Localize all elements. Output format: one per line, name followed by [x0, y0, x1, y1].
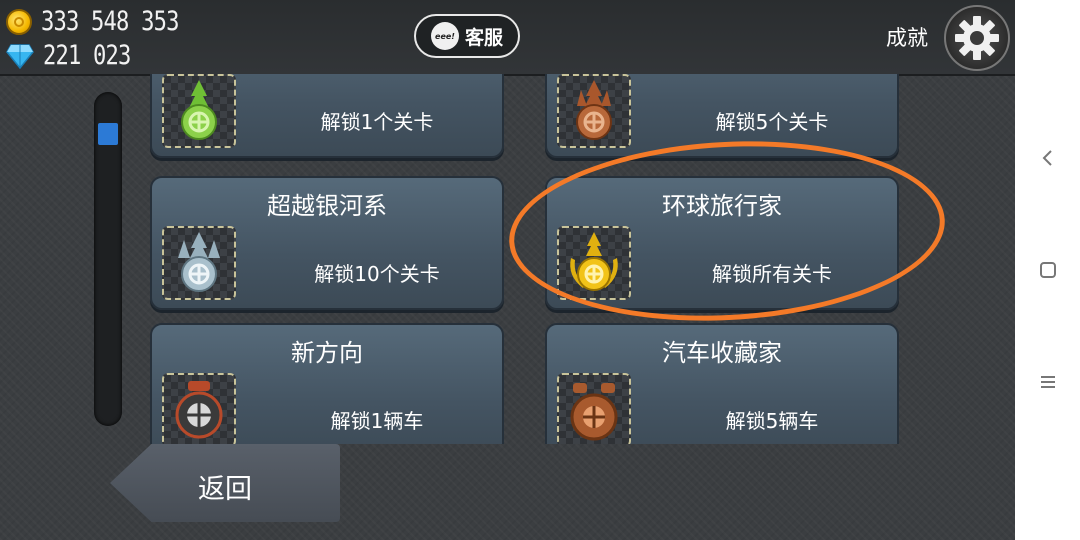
coin-amount: 333 548 353 — [41, 6, 179, 37]
customer-service-button[interactable]: eee! 客服 — [414, 14, 520, 58]
settings-button[interactable] — [944, 5, 1010, 71]
home-nav-icon[interactable] — [1035, 257, 1061, 283]
achievement-card[interactable]: 汽车收藏家 解锁5辆车 — [545, 323, 899, 444]
achievement-description: 解锁5个关卡 — [715, 110, 829, 134]
service-label: 客服 — [464, 26, 503, 49]
bronze-wheel-badge-icon — [557, 373, 631, 444]
menu-nav-icon[interactable] — [1035, 369, 1061, 395]
achievement-card[interactable]: 新方向 解锁1辆车 — [150, 323, 504, 444]
achievement-card[interactable]: 解锁1个关卡 — [150, 74, 504, 158]
back-nav-icon[interactable] — [1035, 145, 1061, 171]
silver-tree-badge-icon — [162, 226, 236, 300]
gem-amount: 221 023 — [43, 40, 131, 71]
achievement-card[interactable]: 超越银河系 解锁10个关卡 — [150, 176, 504, 310]
achievement-description: 解锁1个关卡 — [320, 110, 434, 134]
system-navigation-bar — [1015, 0, 1080, 540]
achievement-description: 解锁10个关卡 — [314, 262, 440, 286]
back-label: 返回 — [198, 474, 252, 505]
green-tree-badge-icon — [162, 74, 236, 148]
gear-icon — [955, 16, 999, 60]
coin-icon — [6, 8, 32, 35]
achievement-title: 新方向 — [291, 339, 363, 367]
top-bar: 333 548 353 221 023 eee! 客服 成就 — [0, 0, 1015, 76]
achievement-description: 解锁1辆车 — [330, 409, 424, 433]
back-button[interactable]: 返回 — [110, 444, 340, 522]
gem-balance: 221 023 — [6, 40, 150, 71]
achievement-description: 解锁5辆车 — [725, 409, 819, 433]
bronze-tree-badge-icon — [557, 74, 631, 148]
achievement-title: 超越银河系 — [267, 192, 387, 220]
achievement-title: 汽车收藏家 — [662, 339, 782, 367]
achievements-title: 成就 — [886, 26, 928, 50]
dark-wheel-badge-icon — [162, 373, 236, 444]
headset-icon: eee! — [430, 22, 459, 50]
coin-balance: 333 548 353 — [6, 6, 209, 37]
diamond-icon — [6, 43, 34, 69]
game-screen: 333 548 353 221 023 eee! 客服 成就 解锁1个关卡 解锁… — [0, 0, 1015, 540]
